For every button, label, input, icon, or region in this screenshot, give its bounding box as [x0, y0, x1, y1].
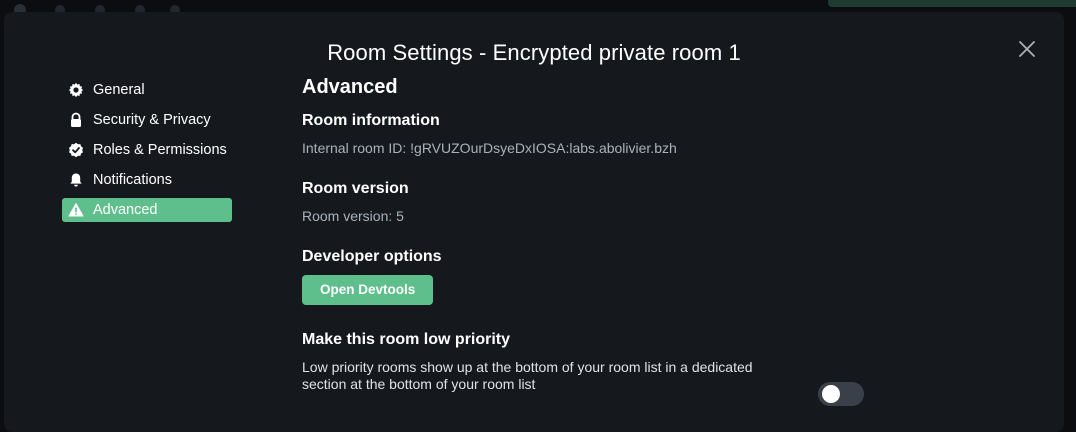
- developer-options-heading: Developer options: [302, 248, 442, 265]
- lock-icon: [68, 112, 84, 128]
- dialog-title: Room Settings - Encrypted private room 1: [327, 40, 741, 65]
- low-priority-toggle[interactable]: [818, 382, 864, 406]
- open-devtools-button[interactable]: Open Devtools: [302, 275, 434, 305]
- sidebar-item-security[interactable]: Security & Privacy: [62, 108, 232, 132]
- room-version-heading: Room version: [302, 180, 409, 197]
- toggle-knob: [822, 385, 840, 403]
- settings-sidebar: General Security & Privacy Roles & Permi…: [62, 78, 232, 228]
- background-panel: [828, 0, 1076, 7]
- sidebar-item-label: Security & Privacy: [93, 112, 211, 128]
- sidebar-item-label: Advanced: [93, 202, 158, 218]
- warning-icon: [68, 202, 84, 218]
- badge-check-icon: [68, 142, 84, 158]
- sidebar-item-roles[interactable]: Roles & Permissions: [62, 138, 232, 162]
- close-icon[interactable]: [1017, 39, 1037, 59]
- internal-room-id: Internal room ID: !gRVUZOurDsyeDxIOSA:la…: [302, 140, 677, 156]
- room-version-value: Room version: 5: [302, 208, 404, 224]
- room-information-heading: Room information: [302, 112, 440, 129]
- room-settings-dialog: Room Settings - Encrypted private room 1…: [4, 12, 1064, 432]
- sidebar-item-general[interactable]: General: [62, 78, 232, 102]
- sidebar-item-label: General: [93, 82, 145, 98]
- low-priority-heading: Make this room low priority: [302, 331, 511, 348]
- low-priority-description: Low priority rooms show up at the bottom…: [302, 359, 753, 392]
- sidebar-item-label: Roles & Permissions: [93, 142, 227, 158]
- advanced-settings-panel: Advanced Room information Internal room …: [302, 76, 882, 406]
- section-heading: Advanced: [302, 76, 398, 98]
- sidebar-item-advanced[interactable]: Advanced: [62, 198, 232, 222]
- sidebar-item-notifications[interactable]: Notifications: [62, 168, 232, 192]
- gear-icon: [68, 82, 84, 98]
- bell-icon: [68, 172, 84, 188]
- sidebar-item-label: Notifications: [93, 172, 172, 188]
